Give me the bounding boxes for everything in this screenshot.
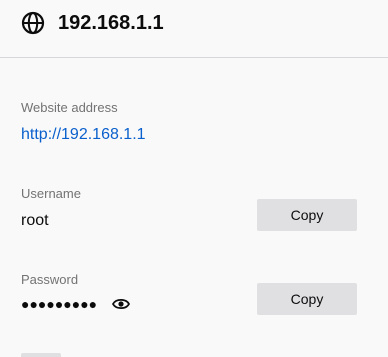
copy-password-button[interactable]: Copy [257,283,357,315]
login-header: 192.168.1.1 [0,0,388,58]
username-value: root [21,212,49,229]
username-label: Username [21,186,81,201]
website-address-link[interactable]: http://192.168.1.1 [21,124,146,146]
eye-icon[interactable] [112,297,130,311]
website-address-label: Website address [21,100,118,115]
password-label: Password [21,272,79,287]
copy-username-button[interactable]: Copy [257,199,357,231]
globe-icon [21,11,45,35]
password-value: ●●●●●●●●● [21,296,98,312]
partial-button [21,353,61,357]
login-title: 192.168.1.1 [58,12,164,34]
